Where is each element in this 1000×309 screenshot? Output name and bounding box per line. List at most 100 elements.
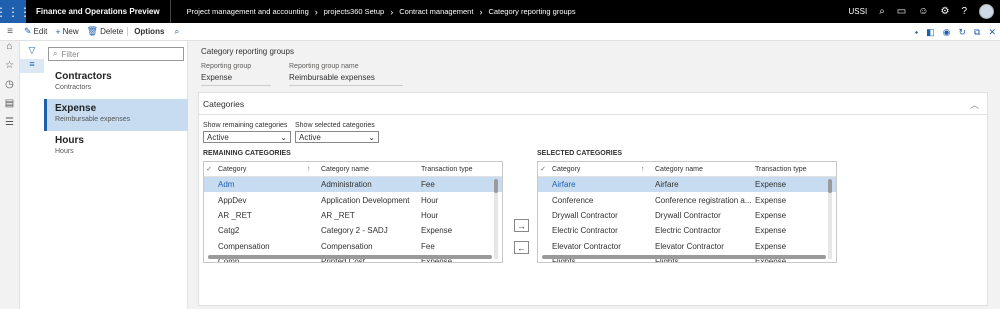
list-view-icon[interactable]: ≡ (20, 59, 44, 73)
grid-body: Airfare Airfare Expense Conference Conferenc… (538, 177, 836, 262)
modules-icon[interactable]: ☰ (0, 117, 19, 136)
cell-transaction-type: Expense (421, 226, 453, 236)
vertical-scrollbar[interactable] (494, 179, 498, 259)
app-launcher-icon[interactable]: ⋮⋮⋮ (0, 0, 31, 23)
cell-category-name: Application Development (321, 195, 410, 205)
home-icon[interactable]: ⌂ (0, 41, 19, 60)
horizontal-scrollbar[interactable] (208, 255, 492, 259)
select-all-checkbox[interactable]: ✓ (538, 165, 548, 173)
remove-category-button[interactable]: ← (514, 241, 529, 254)
delete-button[interactable]: 🗑 Delete (83, 26, 128, 37)
clock-icon[interactable]: ◷ (0, 79, 19, 98)
table-row[interactable]: Adm Administration Fee (204, 177, 502, 193)
reporting-group-field: Reporting group Expense (201, 63, 271, 86)
table-row[interactable]: Airfare Airfare Expense (538, 177, 836, 193)
cell-transaction-type: Hour (421, 195, 439, 205)
help-icon[interactable]: ? (961, 6, 967, 17)
options-button[interactable]: Options (127, 27, 168, 36)
field-value[interactable]: Expense (201, 73, 271, 86)
selected-categories-grid: ✓ Category ↑ Category name Transaction t… (537, 161, 837, 263)
column-header-category-name[interactable]: Category name (321, 166, 421, 173)
chevron-right-icon: › (479, 6, 483, 17)
settings-icon[interactable]: ⚙ (940, 6, 949, 17)
field-value[interactable]: Reimbursable expenses (289, 73, 403, 86)
column-header-category[interactable]: Category (214, 166, 307, 173)
table-row[interactable]: Catg2 Category 2 - SADJ Expense (204, 223, 502, 238)
avatar[interactable] (979, 4, 994, 19)
new-button[interactable]: + New (51, 27, 82, 37)
notification-icon[interactable]: ◉ (943, 27, 951, 38)
list-item[interactable]: Hours Hours (44, 131, 188, 163)
breadcrumb-item[interactable]: Contract management (399, 7, 473, 16)
list-item-title: Hours (55, 135, 84, 146)
message-icon[interactable]: ▭ (897, 6, 906, 17)
chevron-down-icon: ⌄ (368, 132, 375, 142)
horizontal-scrollbar[interactable] (542, 255, 826, 259)
filter-icon[interactable]: ▽ (20, 45, 44, 59)
column-header-transaction-type[interactable]: Transaction type (421, 166, 497, 173)
column-header-transaction-type[interactable]: Transaction type (755, 166, 831, 173)
navigation-bar: ⌂ ☆ ◷ ▤ ☰ (0, 41, 20, 309)
close-icon[interactable]: ✕ (988, 27, 996, 38)
breadcrumb-item[interactable]: Project management and accounting (187, 7, 309, 16)
edit-button[interactable]: ✎ Edit (20, 26, 51, 37)
chevron-up-icon[interactable]: ︿ (970, 98, 979, 111)
fasttab-title: Categories (203, 98, 245, 109)
list-item[interactable]: Expense Reimbursable expenses (44, 99, 188, 131)
add-category-button[interactable]: → (514, 219, 529, 232)
fasttab-header[interactable]: Categories ︿ (199, 93, 987, 115)
record-list: Contractors Contractors Expense Reimburs… (44, 67, 188, 163)
select-all-checkbox[interactable]: ✓ (204, 165, 214, 173)
chevron-right-icon: › (390, 6, 394, 17)
list-item-subtitle: Reimbursable expenses (55, 116, 131, 123)
show-selected-dropdown[interactable]: Active ⌄ (295, 131, 379, 143)
office-icon[interactable]: ◧ (926, 27, 935, 38)
cell-category: Compensation (218, 241, 270, 251)
field-label: Show remaining categories (203, 122, 288, 129)
dropdown-value: Active (299, 132, 321, 142)
table-row[interactable]: Drywall Contractor Drywall Contractor Expe… (538, 208, 836, 223)
app-title[interactable]: Finance and Operations Preview (26, 0, 171, 23)
scrollbar-thumb[interactable] (828, 179, 832, 193)
cell-transaction-type: Fee (421, 180, 435, 190)
page-title: Category reporting groups (201, 47, 294, 56)
list-item[interactable]: Contractors Contractors (44, 67, 188, 99)
table-row[interactable]: Compensation Compensation Fee (204, 239, 502, 254)
top-bar: ⋮⋮⋮ Finance and Operations Preview Proje… (0, 0, 1000, 23)
open-new-window-icon[interactable]: ⧉ (974, 27, 980, 38)
cell-transaction-type: Expense (755, 226, 787, 236)
star-icon[interactable]: ☆ (0, 60, 19, 79)
breadcrumb-item[interactable]: projects360 Setup (324, 7, 384, 16)
show-selected-field: Show selected categories Active ⌄ (295, 122, 379, 143)
refresh-icon[interactable]: ↻ (958, 27, 966, 38)
cell-transaction-type: Expense (755, 180, 787, 190)
cell-category: AppDev (218, 195, 247, 205)
column-header-category-name[interactable]: Category name (655, 166, 755, 173)
cell-category-name: Compensation (321, 241, 373, 251)
search-icon[interactable]: ⌕ (168, 26, 179, 37)
field-label: Reporting group (201, 63, 252, 70)
scrollbar-thumb[interactable] (494, 179, 498, 193)
filter-input[interactable]: ⌕ Filter (48, 47, 184, 61)
show-remaining-dropdown[interactable]: Active ⌄ (203, 131, 291, 143)
vertical-scrollbar[interactable] (828, 179, 832, 259)
cell-category-name: AR _RET (321, 210, 355, 220)
list-tools: ▽ ≡ (20, 45, 44, 73)
cell-category: Conference (552, 195, 594, 205)
field-label: Reporting group name (289, 63, 359, 70)
table-row[interactable]: Elevator Contractor Elevator Contractor Ex… (538, 239, 836, 254)
feedback-icon[interactable]: ☺ (918, 6, 928, 17)
table-row[interactable]: Electric Contractor Electric Contractor Ex… (538, 223, 836, 238)
list-item-title: Expense (55, 103, 97, 114)
company-picker[interactable]: USSI (849, 7, 868, 16)
table-row[interactable]: Conference Conference registration a... Ex… (538, 192, 836, 207)
breadcrumb-item[interactable]: Category reporting groups (488, 7, 575, 16)
trash-icon: 🗑 (86, 26, 99, 36)
column-header-category[interactable]: Category (548, 166, 641, 173)
table-row[interactable]: AR _RET AR _RET Hour (204, 208, 502, 223)
hamburger-icon[interactable]: ≡ (0, 26, 20, 37)
table-row[interactable]: AppDev Application Development Hour (204, 192, 502, 207)
search-icon[interactable]: ⌕ (879, 6, 885, 17)
workspaces-icon[interactable]: ▤ (0, 98, 19, 117)
link-icon[interactable]: ⬩ (915, 27, 918, 38)
